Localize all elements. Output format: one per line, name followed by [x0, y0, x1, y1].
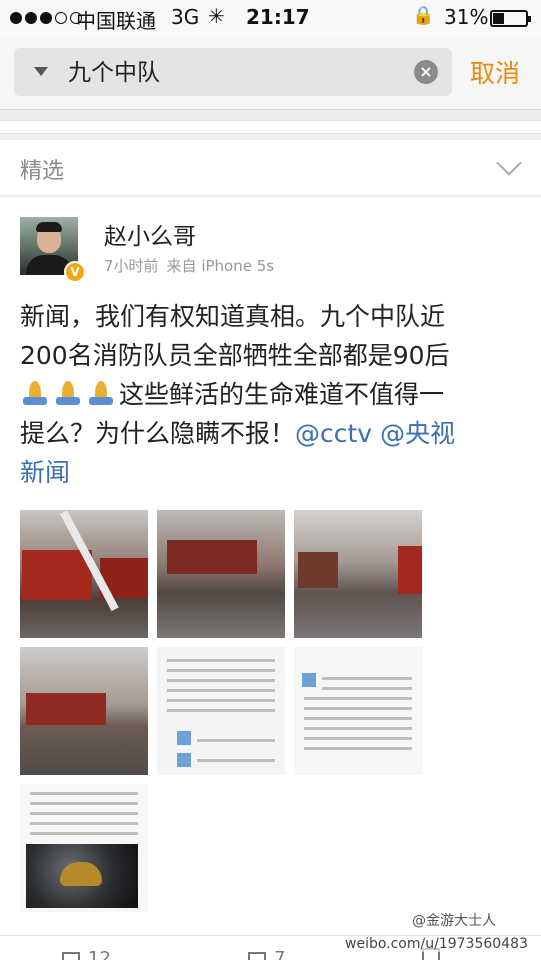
post-image[interactable]: [20, 647, 148, 775]
repost-count: 12: [88, 948, 111, 960]
post-meta: 7小时前 来自 iPhone 5s: [104, 255, 274, 276]
praying-hands-icon: [86, 379, 116, 407]
search-bar[interactable]: ×: [14, 48, 452, 96]
mention-link[interactable]: 新闻: [20, 453, 520, 492]
post-text-line: 200名消防队员全部牺牲全部都是90后: [20, 341, 450, 370]
section-header[interactable]: 精选: [0, 140, 541, 196]
post-image[interactable]: [157, 510, 285, 638]
praying-hands-icon: [20, 379, 50, 407]
repost-button[interactable]: 12: [62, 948, 111, 960]
post-text-line: 提么？为什么隐瞒不报！@cctv @央视: [20, 414, 520, 453]
post-text-segment: 这些鲜活的生命难道不值得一: [119, 380, 445, 409]
verified-badge-icon: V: [64, 261, 86, 283]
post-text: 新闻，我们有权知道真相。九个中队近 200名消防队员全部牺牲全部都是90后 这些…: [20, 297, 520, 492]
post-time: 7小时前: [104, 257, 159, 275]
post-text-segment: 提么？为什么隐瞒不报！: [20, 419, 296, 448]
post-image[interactable]: [20, 784, 148, 912]
mention-link[interactable]: @央视: [380, 419, 455, 448]
post-image[interactable]: [294, 647, 422, 775]
post-image[interactable]: [294, 510, 422, 638]
carrier-name: 中国联通: [76, 9, 156, 33]
post-text-line: 这些鲜活的生命难道不值得一: [20, 375, 520, 414]
post-image[interactable]: [157, 647, 285, 775]
post-card: V 赵小么哥 7小时前 来自 iPhone 5s 新闻，我们有权知道真相。九个中队…: [0, 197, 541, 935]
watermark-handle: @金游大士人: [412, 913, 496, 929]
clock: 21:17: [246, 5, 310, 29]
search-input[interactable]: [68, 57, 408, 83]
comment-count: 7: [274, 948, 286, 960]
signal-strength-icon: [10, 12, 82, 24]
rotation-lock-icon: 🔒: [412, 5, 435, 26]
comment-icon: [248, 951, 266, 960]
divider: [0, 120, 541, 134]
cancel-button[interactable]: 取消: [470, 54, 520, 90]
battery-icon: [490, 10, 531, 27]
post-text-line: 新闻，我们有权知道真相。九个中队近: [20, 302, 446, 331]
author-name[interactable]: 赵小么哥: [104, 217, 196, 251]
battery-percent: 31%: [444, 5, 489, 29]
network-type: 3G: [171, 5, 200, 29]
chevron-down-icon[interactable]: [496, 150, 522, 176]
repost-icon: [62, 951, 80, 960]
status-bar: 中国联通 3G ✳ 21:17 🔒 31%: [0, 0, 541, 36]
post-image[interactable]: [20, 510, 148, 638]
mention-link[interactable]: @cctv: [295, 419, 372, 448]
post-source: 来自 iPhone 5s: [166, 257, 275, 275]
comment-button[interactable]: 7: [248, 948, 285, 960]
clear-search-icon[interactable]: ×: [414, 60, 438, 84]
section-title: 精选: [20, 159, 65, 184]
search-header: × 取消: [0, 36, 541, 110]
praying-hands-icon: [53, 379, 83, 407]
activity-spinner-icon: ✳: [208, 4, 225, 28]
search-type-dropdown-icon[interactable]: [34, 67, 48, 76]
watermark-url: weibo.com/u/1973560483: [345, 936, 528, 952]
